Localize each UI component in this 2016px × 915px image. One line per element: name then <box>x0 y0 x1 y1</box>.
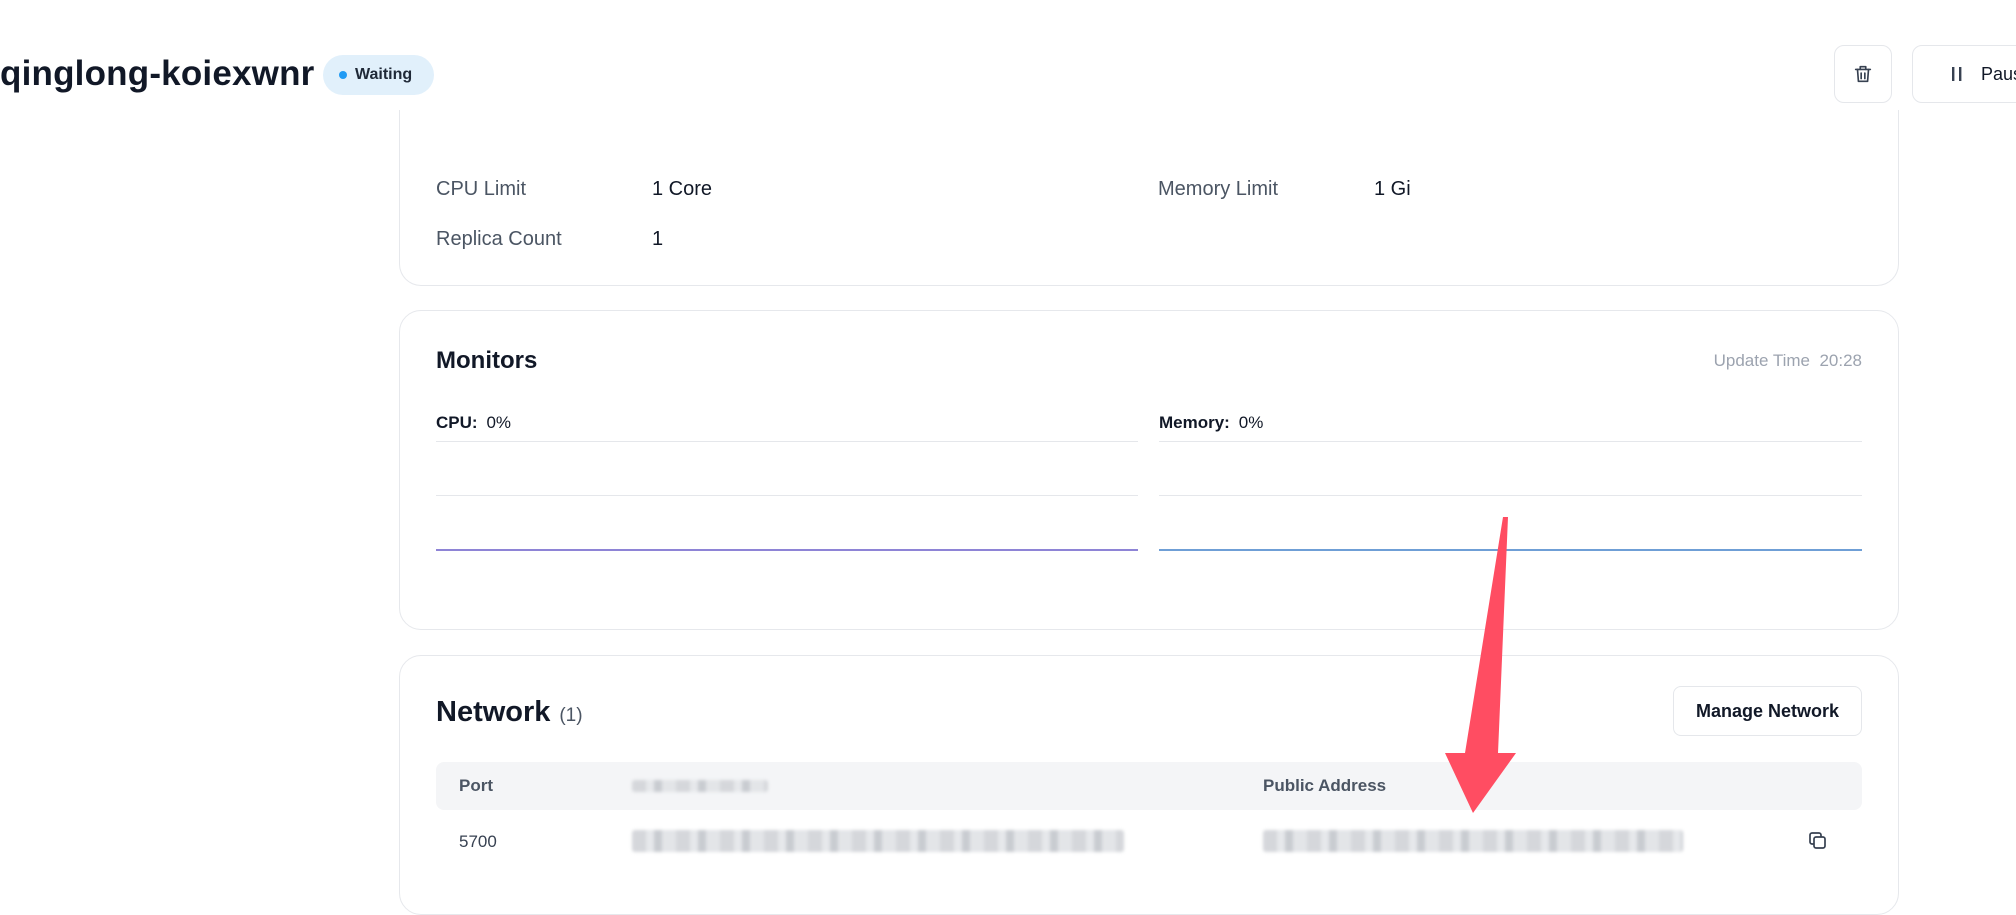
network-heading: Network (1) <box>436 696 583 729</box>
delete-button[interactable] <box>1834 45 1892 103</box>
memory-value: 0% <box>1238 413 1264 432</box>
pause-label: Paus <box>1981 63 2016 84</box>
cpu-series-line <box>436 549 1138 551</box>
cpu-label: CPU: <box>436 413 478 432</box>
monitors-card: Monitors Update Time 20:28 CPU: 0% Memor… <box>399 310 1899 630</box>
spec-card: CPU Limit 1 Core Memory Limit 1 Gi Repli… <box>399 110 1899 286</box>
replica-count-label: Replica Count <box>436 228 562 250</box>
cpu-limit-label: CPU Limit <box>436 178 527 200</box>
status-dot-icon <box>339 71 347 79</box>
port-value: 5700 <box>459 832 497 851</box>
table-row: 5700 <box>436 816 1862 866</box>
monitors-title: Monitors <box>436 347 538 374</box>
network-title: Network <box>436 696 551 728</box>
pause-icon <box>1952 67 1962 81</box>
cpu-value: 0% <box>486 413 512 432</box>
memory-grid-line <box>1159 441 1862 442</box>
cpu-limit-value: 1 Core <box>652 178 713 200</box>
trash-icon <box>1854 65 1872 83</box>
cpu-metric: CPU: 0% <box>436 413 511 433</box>
memory-limit-value: 1 Gi <box>1374 178 1411 200</box>
network-card: Network (1) Manage Network Port Public A… <box>399 655 1899 915</box>
cpu-chart <box>436 441 1138 551</box>
memory-metric: Memory: 0% <box>1159 413 1263 433</box>
private-address-redacted <box>632 830 1124 852</box>
column-port: Port <box>459 776 493 795</box>
column-redacted <box>632 780 768 792</box>
public-address-redacted[interactable] <box>1263 830 1683 852</box>
cpu-grid-line <box>436 495 1138 496</box>
manage-network-button[interactable]: Manage Network <box>1672 686 1862 736</box>
network-count: (1) <box>559 705 583 726</box>
column-public-address: Public Address <box>1263 776 1387 795</box>
update-time-label: Update Time <box>1713 351 1810 370</box>
copy-icon[interactable] <box>1806 829 1830 853</box>
status-text: Waiting <box>355 66 413 83</box>
annotation-arrow-icon <box>1445 517 1516 813</box>
memory-limit-label: Memory Limit <box>1158 178 1279 200</box>
memory-grid-line <box>1159 495 1862 496</box>
pause-button[interactable]: Paus <box>1912 45 2016 103</box>
replica-count-value: 1 <box>652 228 664 250</box>
network-table-header: Port Public Address <box>436 762 1862 810</box>
app-title: qinglong-koiexwnr <box>0 54 315 93</box>
update-time-value: 20:28 <box>1819 351 1862 370</box>
cpu-grid-line <box>436 441 1138 442</box>
status-badge: Waiting <box>323 55 435 95</box>
update-time: Update Time 20:28 <box>1714 351 1862 371</box>
memory-label: Memory: <box>1159 413 1230 432</box>
